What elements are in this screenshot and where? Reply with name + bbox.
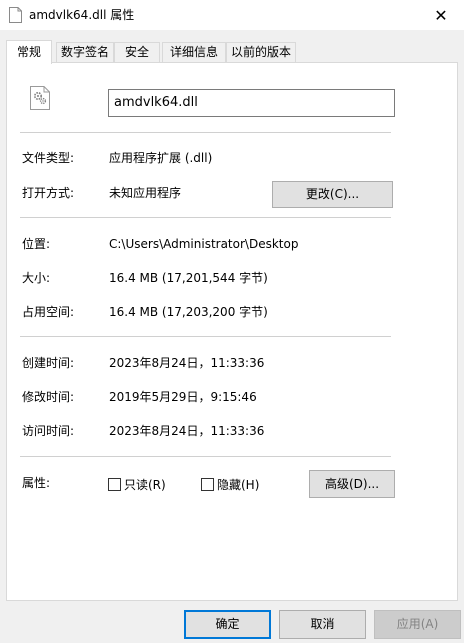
- accessed-value: 2023年8月24日，11:33:36: [109, 424, 265, 438]
- advanced-button[interactable]: 高级(D)...: [309, 470, 395, 498]
- attributes-label: 属性:: [22, 476, 51, 490]
- file-name-field[interactable]: amdvlk64.dll: [108, 89, 395, 117]
- tab-label: 详细信息: [169, 45, 218, 59]
- size-label: 大小:: [22, 271, 51, 285]
- created-value: 2023年8月24日，11:33:36: [109, 356, 265, 370]
- tab-general[interactable]: 常规: [6, 40, 52, 64]
- tab-label: 数字签名: [60, 45, 109, 59]
- tab-details[interactable]: 详细信息: [162, 42, 226, 63]
- advanced-button-label: 高级(D)...: [324, 477, 380, 491]
- open-with-value: 未知应用程序: [109, 186, 182, 200]
- general-tab-panel: [6, 62, 458, 601]
- tab-previous-versions[interactable]: 以前的版本: [226, 42, 296, 63]
- divider: [20, 336, 391, 337]
- size-on-disk-value: 16.4 MB (17,203,200 字节): [109, 305, 268, 319]
- ok-button-label: 确定: [215, 617, 240, 631]
- tab-label: 常规: [16, 45, 41, 59]
- apply-button-label: 应用(A): [396, 617, 439, 631]
- change-button[interactable]: 更改(C)...: [272, 181, 393, 208]
- modified-value: 2019年5月29日，9:15:46: [109, 390, 257, 404]
- ok-button[interactable]: 确定: [184, 610, 271, 639]
- title-bar: amdvlk64.dll 属性 ✕: [0, 0, 464, 30]
- dll-file-icon: [30, 86, 50, 110]
- file-name-value: amdvlk64.dll: [114, 95, 198, 110]
- size-value: 16.4 MB (17,201,544 字节): [109, 271, 268, 285]
- change-button-label: 更改(C)...: [305, 187, 360, 201]
- tab-digital-signatures[interactable]: 数字签名: [56, 42, 114, 63]
- close-button[interactable]: ✕: [418, 0, 464, 30]
- divider: [20, 217, 391, 218]
- divider: [20, 456, 391, 457]
- divider: [20, 132, 391, 133]
- hidden-label: 隐藏(H): [217, 478, 260, 492]
- tab-security[interactable]: 安全: [114, 42, 160, 63]
- apply-button[interactable]: 应用(A): [374, 610, 461, 639]
- file-type-value: 应用程序扩展 (.dll): [109, 151, 213, 165]
- location-label: 位置:: [22, 237, 51, 251]
- cancel-button-label: 取消: [310, 617, 335, 631]
- cancel-button[interactable]: 取消: [279, 610, 366, 639]
- file-icon: [9, 7, 22, 23]
- size-on-disk-label: 占用空间:: [22, 305, 75, 319]
- tab-label: 安全: [124, 45, 149, 59]
- file-type-label: 文件类型:: [22, 151, 75, 165]
- location-value: C:\Users\Administrator\Desktop: [109, 237, 299, 251]
- readonly-label: 只读(R): [124, 478, 166, 492]
- hidden-checkbox[interactable]: [201, 478, 214, 491]
- created-label: 创建时间:: [22, 356, 75, 370]
- tab-label: 以前的版本: [230, 45, 291, 59]
- window-title: amdvlk64.dll 属性: [29, 8, 135, 22]
- accessed-label: 访问时间:: [22, 424, 75, 438]
- close-icon: ✕: [434, 5, 448, 25]
- readonly-checkbox[interactable]: [108, 478, 121, 491]
- open-with-label: 打开方式:: [22, 186, 75, 200]
- modified-label: 修改时间:: [22, 390, 75, 404]
